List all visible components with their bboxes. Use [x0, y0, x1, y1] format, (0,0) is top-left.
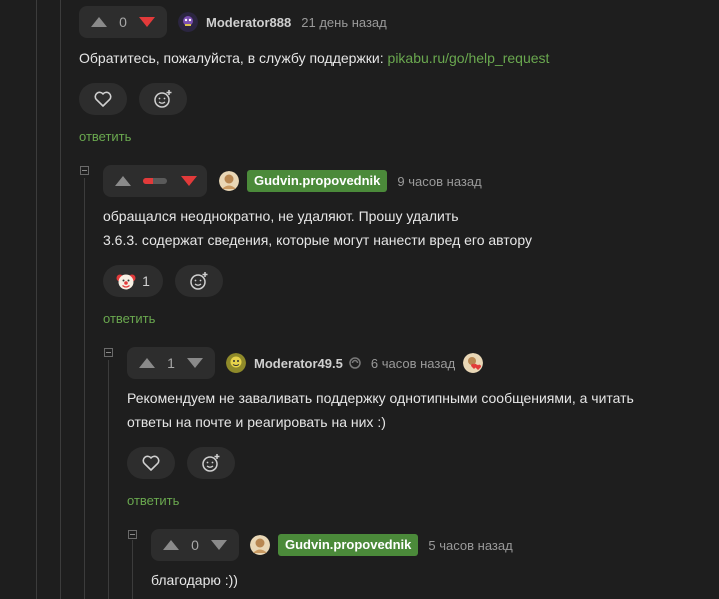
comment-text-line: обращался неоднократно, не удаляют. Прош…	[103, 208, 459, 224]
avatar[interactable]	[178, 12, 198, 32]
reply-link[interactable]: ответить	[79, 129, 131, 144]
add-reaction-button[interactable]	[187, 447, 235, 479]
comment-text-line: 3.6.3. содержат сведения, которые могут …	[103, 232, 532, 248]
comment-time[interactable]: 9 часов назад	[397, 174, 481, 189]
add-reaction-icon	[190, 272, 208, 290]
avatar[interactable]	[250, 535, 270, 555]
comment-time[interactable]: 21 день назад	[301, 15, 387, 30]
comment-text-line: ответы на почте и реагировать на них :)	[127, 414, 386, 430]
add-reaction-icon	[154, 90, 172, 108]
author-name[interactable]: Moderator888	[206, 15, 291, 30]
collapse-icon[interactable]	[80, 166, 89, 175]
rating-block: 0	[151, 529, 239, 561]
avatar[interactable]	[219, 171, 239, 191]
comment-text-line: Рекомендуем не заваливать поддержку одно…	[127, 390, 634, 406]
rating-block	[103, 165, 207, 197]
add-reaction-button[interactable]	[139, 83, 187, 115]
rating-block: 0	[79, 6, 167, 38]
reaction-count: 1	[142, 273, 150, 289]
upvote-icon[interactable]	[115, 176, 131, 186]
like-button[interactable]	[79, 83, 127, 115]
comment-author: Gudvin.propovednik 5 часов назад	[250, 534, 513, 556]
add-reaction-button[interactable]	[175, 265, 223, 297]
heart-icon	[142, 455, 160, 471]
rating-block: 1	[127, 347, 215, 379]
thread-line	[36, 0, 37, 599]
comment-author: Gudvin.propovednik 9 часов назад	[219, 170, 482, 192]
rating-bar	[143, 178, 167, 184]
thread-line	[108, 360, 109, 599]
comment-time[interactable]: 6 часов назад	[371, 356, 455, 371]
upvote-icon[interactable]	[163, 540, 179, 550]
author-name-badge[interactable]: Gudvin.propovednik	[247, 170, 388, 192]
downvote-icon[interactable]	[181, 176, 197, 186]
thread-line	[60, 0, 61, 599]
like-button[interactable]	[127, 447, 175, 479]
rating-value: 0	[119, 14, 127, 30]
collapse-icon[interactable]	[128, 530, 137, 539]
downvote-icon[interactable]	[211, 540, 227, 550]
reply-link[interactable]: ответить	[103, 311, 155, 326]
comment-author: Moderator888 21 день назад	[178, 11, 387, 33]
comment-text-body: Обратитесь, пожалуйста, в службу поддерж…	[79, 50, 388, 66]
verified-icon	[349, 357, 361, 369]
reaction-button[interactable]: 1	[103, 265, 163, 297]
heart-icon	[94, 91, 112, 107]
upvote-icon[interactable]	[91, 17, 107, 27]
comment-text-line: благодарю :))	[151, 572, 238, 588]
upvote-icon[interactable]	[139, 358, 155, 368]
collapse-icon[interactable]	[104, 348, 113, 357]
clown-emoji-icon	[116, 274, 136, 290]
thread-line	[84, 178, 85, 599]
reaction-avatar[interactable]	[463, 353, 484, 373]
add-reaction-icon	[202, 454, 220, 472]
comment-text: Обратитесь, пожалуйста, в службу поддерж…	[79, 46, 549, 70]
downvote-icon[interactable]	[139, 17, 155, 27]
author-name[interactable]: Moderator49.5	[254, 356, 343, 371]
rating-value: 0	[191, 537, 199, 553]
comment-time[interactable]: 5 часов назад	[428, 538, 512, 553]
downvote-icon[interactable]	[187, 358, 203, 368]
avatar[interactable]	[226, 353, 246, 373]
comment-author: Moderator49.5 6 часов назад	[226, 352, 484, 374]
thread-line	[132, 540, 133, 599]
author-name-badge[interactable]: Gudvin.propovednik	[278, 534, 419, 556]
reply-link[interactable]: ответить	[127, 493, 179, 508]
help-request-link[interactable]: pikabu.ru/go/help_request	[388, 50, 550, 66]
rating-value: 1	[167, 355, 175, 371]
